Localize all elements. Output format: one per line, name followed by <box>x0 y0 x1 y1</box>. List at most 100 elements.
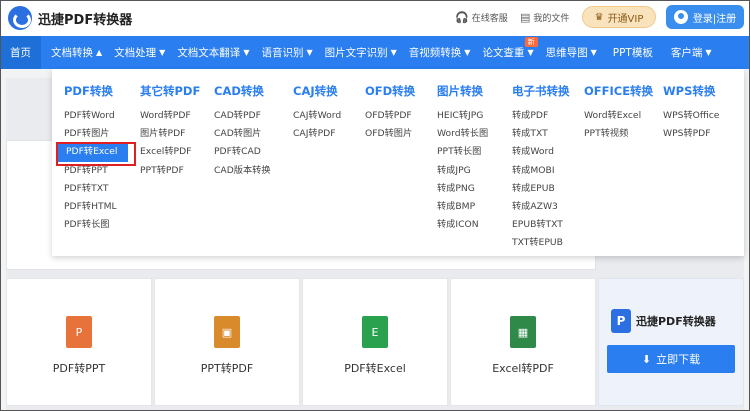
menu-item[interactable]: PDF转HTML <box>64 198 128 216</box>
menu-col-pdf-convert: PDF转换 PDF转Word PDF转图片 PDF转Excel PDF转PPT … <box>56 83 136 234</box>
nav-speech[interactable]: 语音识别 ▼ <box>255 36 318 69</box>
menu-item[interactable]: 转成AZW3 <box>512 198 570 216</box>
menu-item[interactable]: TXT转EPUB <box>512 234 570 252</box>
menu-item[interactable]: 转成JPG <box>437 162 488 180</box>
menu-item[interactable]: 转成PDF <box>512 107 570 125</box>
tool-tile-excel-to-pdf[interactable]: ▦ Excel转PDF <box>450 278 596 406</box>
menu-item[interactable]: CAD转PDF <box>214 107 271 125</box>
menu-item[interactable]: Word转PDF <box>140 107 200 125</box>
menu-col-title[interactable]: PDF转换 <box>64 83 128 99</box>
menu-col-title[interactable]: 其它转PDF <box>140 83 200 99</box>
doc-convert-dropdown: PDF转换 PDF转Word PDF转图片 PDF转Excel PDF转PPT … <box>52 69 744 256</box>
menu-item[interactable]: 转成EPUB <box>512 180 570 198</box>
login-button[interactable]: 登录|注册 <box>666 5 744 29</box>
menu-col-caj-convert: CAJ转换 CAJ转Word CAJ转PDF <box>293 83 341 143</box>
headset-icon: 🎧 <box>455 11 469 24</box>
download-label: 立即下载 <box>656 353 701 366</box>
menu-item[interactable]: 转成ICON <box>437 216 488 234</box>
menu-item[interactable]: CAD转图片 <box>214 125 271 143</box>
menu-item[interactable]: 图片转PDF <box>140 125 200 143</box>
nav-paper-check[interactable]: 论文查重 ▼ 新 <box>476 36 539 69</box>
online-service-link[interactable]: 🎧 在线客服 <box>455 11 508 24</box>
menu-item[interactable]: OFD转图片 <box>365 125 415 143</box>
tool-tile-pdf-to-ppt[interactable]: P PDF转PPT <box>6 278 152 406</box>
my-files-link[interactable]: ▤ 我的文件 <box>520 11 569 24</box>
tool-tile-pdf-to-excel[interactable]: E PDF转Excel <box>302 278 448 406</box>
tool-tile-ppt-to-pdf[interactable]: ▣ PPT转PDF <box>154 278 300 406</box>
menu-item[interactable]: WPS转PDF <box>663 125 719 143</box>
tile-label: PPT转PDF <box>200 362 254 375</box>
menu-item[interactable]: 转成TXT <box>512 125 570 143</box>
online-service-label: 在线客服 <box>471 14 508 24</box>
caret-down-icon: ▼ <box>390 48 397 57</box>
download-promo: P 迅捷PDF转换器 ⬇ 立即下载 <box>598 278 744 406</box>
menu-col-title[interactable]: 图片转换 <box>437 83 488 99</box>
menu-item[interactable]: Excel转PDF <box>140 143 200 161</box>
file-icon: ▤ <box>520 11 531 24</box>
menu-item[interactable]: EPUB转TXT <box>512 216 570 234</box>
download-button[interactable]: ⬇ 立即下载 <box>607 345 735 373</box>
caret-down-icon: ▼ <box>527 48 534 57</box>
logo-text: 迅捷PDF转换器 <box>38 12 133 28</box>
menu-item[interactable]: Word转长图 <box>437 125 488 143</box>
caret-down-icon: ▼ <box>306 48 313 57</box>
user-icon <box>673 10 688 24</box>
menu-item[interactable]: 转成BMP <box>437 198 488 216</box>
caret-up-icon: ▲ <box>96 48 103 57</box>
menu-item[interactable]: CAJ转PDF <box>293 125 341 143</box>
nav-av-convert[interactable]: 音视频转换 ▼ <box>403 36 477 69</box>
menu-item[interactable]: WPS转Office <box>663 107 719 125</box>
nav-doc-convert[interactable]: 文档转换 ▲ <box>45 36 108 69</box>
caret-down-icon: ▼ <box>464 48 471 57</box>
nav-ppt-template[interactable]: PPT模板 <box>607 36 659 69</box>
nav-label: 文档转换 <box>51 47 93 59</box>
menu-item[interactable]: 转成Word <box>512 143 570 161</box>
menu-item[interactable]: OFD转PDF <box>365 107 415 125</box>
nav-home-label: 首页 <box>10 47 31 59</box>
nav-client[interactable]: 客户端 ▼ <box>665 36 718 69</box>
menu-item[interactable]: PDF转CAD <box>214 143 271 161</box>
menu-item[interactable]: PDF转长图 <box>64 216 128 234</box>
menu-col-title[interactable]: 电子书转换 <box>512 83 570 99</box>
app-logo-icon: P <box>611 309 631 333</box>
nav-ocr[interactable]: 图片文字识别 ▼ <box>319 36 403 69</box>
menu-item[interactable]: PDF转TXT <box>64 180 128 198</box>
login-label: 登录|注册 <box>692 13 737 25</box>
menu-col-title[interactable]: OFFICE转换 <box>584 83 653 99</box>
tool-tiles: P PDF转PPT ▣ PPT转PDF E PDF转Excel ▦ Excel转… <box>6 278 596 406</box>
nav-label: 客户端 <box>670 47 703 59</box>
menu-item[interactable]: HEIC转JPG <box>437 107 488 125</box>
promo-logo: P 迅捷PDF转换器 <box>611 309 716 333</box>
menu-col-title[interactable]: OFD转换 <box>365 83 415 99</box>
nav-translate[interactable]: 文档文本翻译 ▼ <box>171 36 255 69</box>
menu-item[interactable]: CAD版本转换 <box>214 162 271 180</box>
menu-col-title[interactable]: CAJ转换 <box>293 83 341 99</box>
app-logo[interactable]: 迅捷PDF转换器 <box>8 6 132 30</box>
nav-label: 文档处理 <box>114 47 157 59</box>
nav-label: 音视频转换 <box>408 47 462 59</box>
menu-item[interactable]: PPT转PDF <box>140 162 200 180</box>
menu-item[interactable]: 转成PNG <box>437 180 488 198</box>
menu-item[interactable]: 转成MOBI <box>512 162 570 180</box>
menu-item[interactable]: PDF转图片 <box>64 125 128 143</box>
nav-home[interactable]: 首页 <box>0 36 41 69</box>
menu-item[interactable]: CAJ转Word <box>293 107 341 125</box>
sheet-file-icon: ▦ <box>510 316 536 348</box>
menu-item[interactable]: Word转Excel <box>584 107 653 125</box>
red-highlight-box <box>56 142 136 166</box>
nav-mindmap[interactable]: 思维导图 ▼ <box>540 36 603 69</box>
nav-label: 语音识别 <box>261 47 304 59</box>
nav-doc-process[interactable]: 文档处理 ▼ <box>108 36 171 69</box>
menu-col-title[interactable]: CAD转换 <box>214 83 271 99</box>
menu-col-office-convert: OFFICE转换 Word转Excel PPT转视频 <box>584 83 653 143</box>
menu-item[interactable]: PPT转长图 <box>437 143 488 161</box>
menu-col-image-convert: 图片转换 HEIC转JPG Word转长图 PPT转长图 转成JPG 转成PNG… <box>437 83 488 234</box>
vip-button[interactable]: ♛ 开通VIP <box>582 6 656 28</box>
menu-col-title[interactable]: WPS转换 <box>663 83 719 99</box>
nav-label: 图片文字识别 <box>324 47 388 59</box>
menu-item[interactable]: PPT转视频 <box>584 125 653 143</box>
top-header: 迅捷PDF转换器 🎧 在线客服 ▤ 我的文件 ♛ 开通VIP 登录|注册 <box>0 0 750 36</box>
menu-item[interactable]: PDF转Word <box>64 107 128 125</box>
download-icon: ⬇ <box>641 352 652 366</box>
tile-label: Excel转PDF <box>492 362 554 375</box>
